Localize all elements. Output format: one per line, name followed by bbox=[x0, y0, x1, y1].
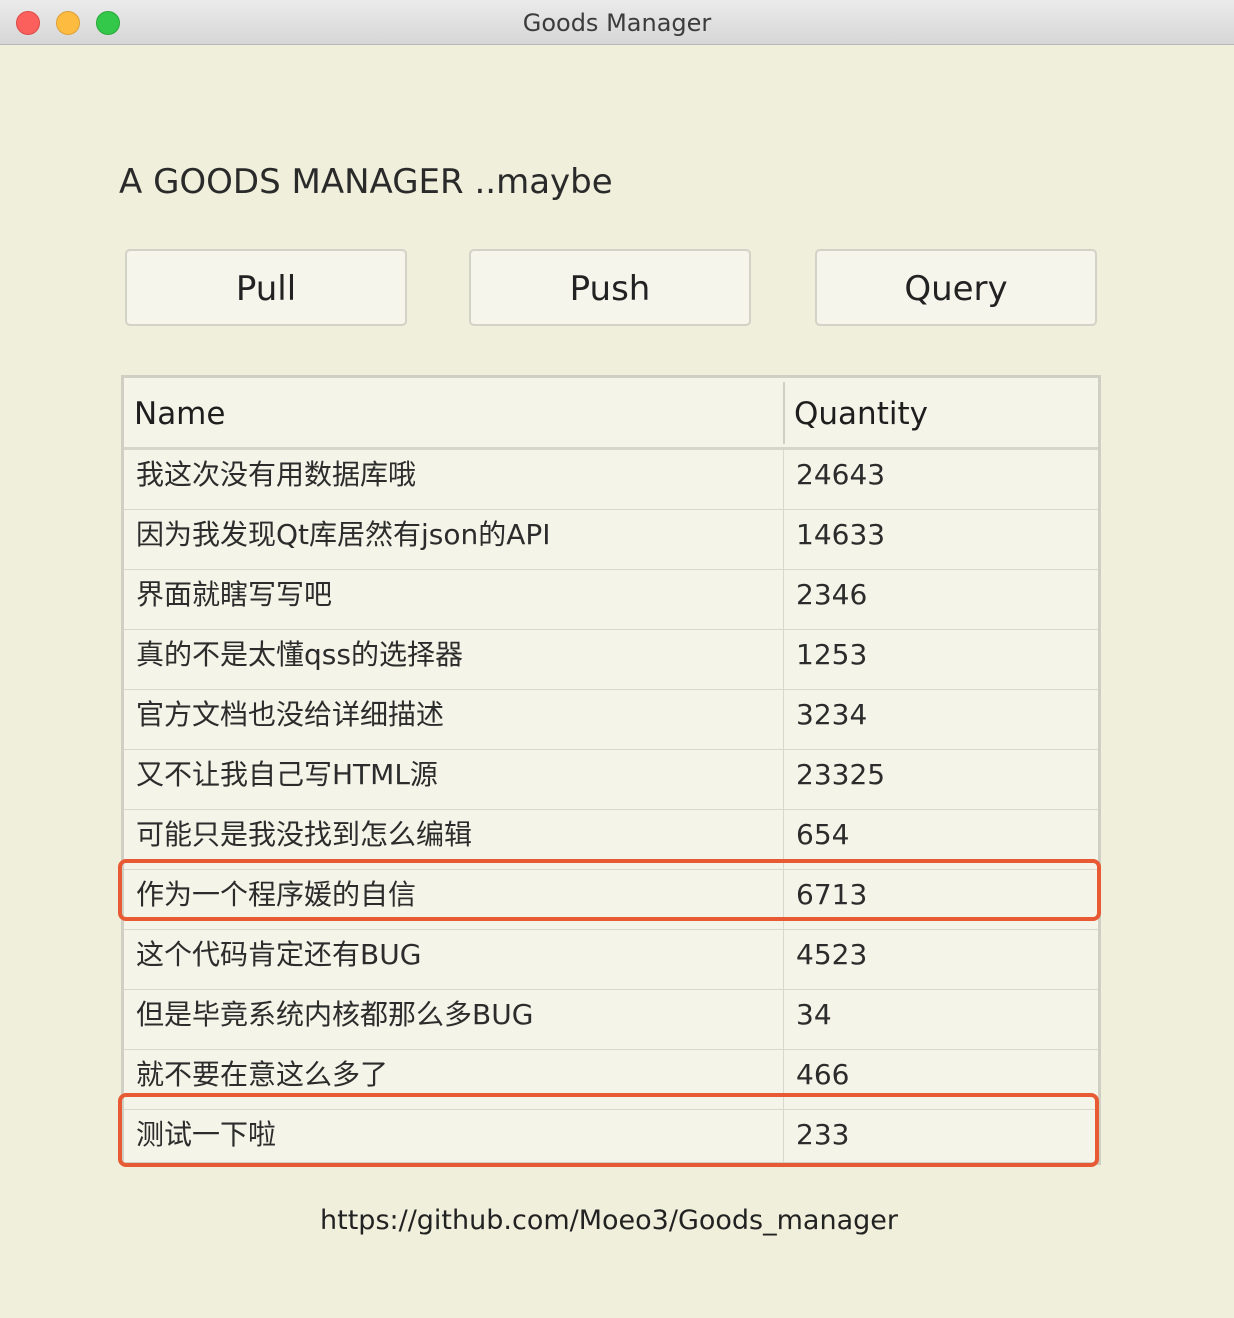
cell-name[interactable]: 这个代码肯定还有BUG bbox=[136, 930, 421, 989]
pull-button[interactable]: Pull bbox=[125, 249, 407, 326]
highlight-box bbox=[118, 1093, 1099, 1167]
column-divider bbox=[783, 570, 784, 630]
cell-name[interactable]: 我这次没有用数据库哦 bbox=[136, 450, 416, 509]
cell-quantity[interactable]: 2346 bbox=[796, 570, 867, 629]
goods-manager-window: Goods Manager A GOODS MANAGER ..maybe Pu… bbox=[0, 0, 1234, 1318]
query-button[interactable]: Query bbox=[815, 249, 1097, 326]
column-header-name[interactable]: Name bbox=[134, 378, 225, 450]
table-body: 我这次没有用数据库哦 24643 因为我发现Qt库居然有json的API 14633 界… bbox=[124, 450, 1098, 1162]
column-divider bbox=[783, 930, 784, 990]
goods-table: Name Quantity 我这次没有用数据库哦 24643 因为我发现Qt库居然有… bbox=[121, 375, 1101, 1165]
table-row[interactable]: 因为我发现Qt库居然有json的API 14633 bbox=[124, 510, 1098, 570]
table-row[interactable]: 又不让我自己写HTML源 23325 bbox=[124, 750, 1098, 810]
cell-quantity[interactable]: 4523 bbox=[796, 930, 867, 989]
column-divider bbox=[783, 450, 784, 510]
table-row[interactable]: 真的不是太懂qss的选择器 1253 bbox=[124, 630, 1098, 690]
cell-quantity[interactable]: 3234 bbox=[796, 690, 867, 749]
cell-quantity[interactable]: 23325 bbox=[796, 750, 885, 809]
cell-name[interactable]: 官方文档也没给详细描述 bbox=[136, 690, 444, 749]
column-divider bbox=[783, 690, 784, 750]
cell-name[interactable]: 因为我发现Qt库居然有json的API bbox=[136, 510, 551, 569]
title-bar: Goods Manager bbox=[0, 0, 1234, 45]
column-header-quantity[interactable]: Quantity bbox=[794, 378, 928, 450]
column-divider bbox=[783, 750, 784, 810]
column-divider bbox=[783, 990, 784, 1050]
page-heading: A GOODS MANAGER ..maybe bbox=[119, 162, 613, 202]
table-row[interactable]: 界面就瞎写写吧 2346 bbox=[124, 570, 1098, 630]
footer-link-text[interactable]: https://github.com/Moeo3/Goods_manager bbox=[320, 1205, 898, 1236]
table-header: Name Quantity bbox=[124, 378, 1098, 450]
table-row[interactable]: 我这次没有用数据库哦 24643 bbox=[124, 450, 1098, 510]
cell-quantity[interactable]: 34 bbox=[796, 990, 832, 1049]
footer-link[interactable]: https://github.com/Moeo3/Goods_manager bbox=[0, 1205, 1234, 1236]
table-row[interactable]: 官方文档也没给详细描述 3234 bbox=[124, 690, 1098, 750]
cell-name[interactable]: 但是毕竟系统内核都那么多BUG bbox=[136, 990, 533, 1049]
column-divider bbox=[783, 630, 784, 690]
push-button[interactable]: Push bbox=[469, 249, 751, 326]
cell-name[interactable]: 又不让我自己写HTML源 bbox=[136, 750, 438, 809]
column-divider[interactable] bbox=[783, 382, 785, 444]
highlight-box bbox=[118, 859, 1101, 921]
cell-name[interactable]: 真的不是太懂qss的选择器 bbox=[136, 630, 463, 689]
cell-quantity[interactable]: 24643 bbox=[796, 450, 885, 509]
table-row[interactable]: 但是毕竟系统内核都那么多BUG 34 bbox=[124, 990, 1098, 1050]
table-row[interactable]: 这个代码肯定还有BUG 4523 bbox=[124, 930, 1098, 990]
column-divider bbox=[783, 510, 784, 570]
cell-name[interactable]: 界面就瞎写写吧 bbox=[136, 570, 332, 629]
cell-quantity[interactable]: 14633 bbox=[796, 510, 885, 569]
window-title: Goods Manager bbox=[522, 9, 712, 37]
cell-quantity[interactable]: 1253 bbox=[796, 630, 867, 689]
